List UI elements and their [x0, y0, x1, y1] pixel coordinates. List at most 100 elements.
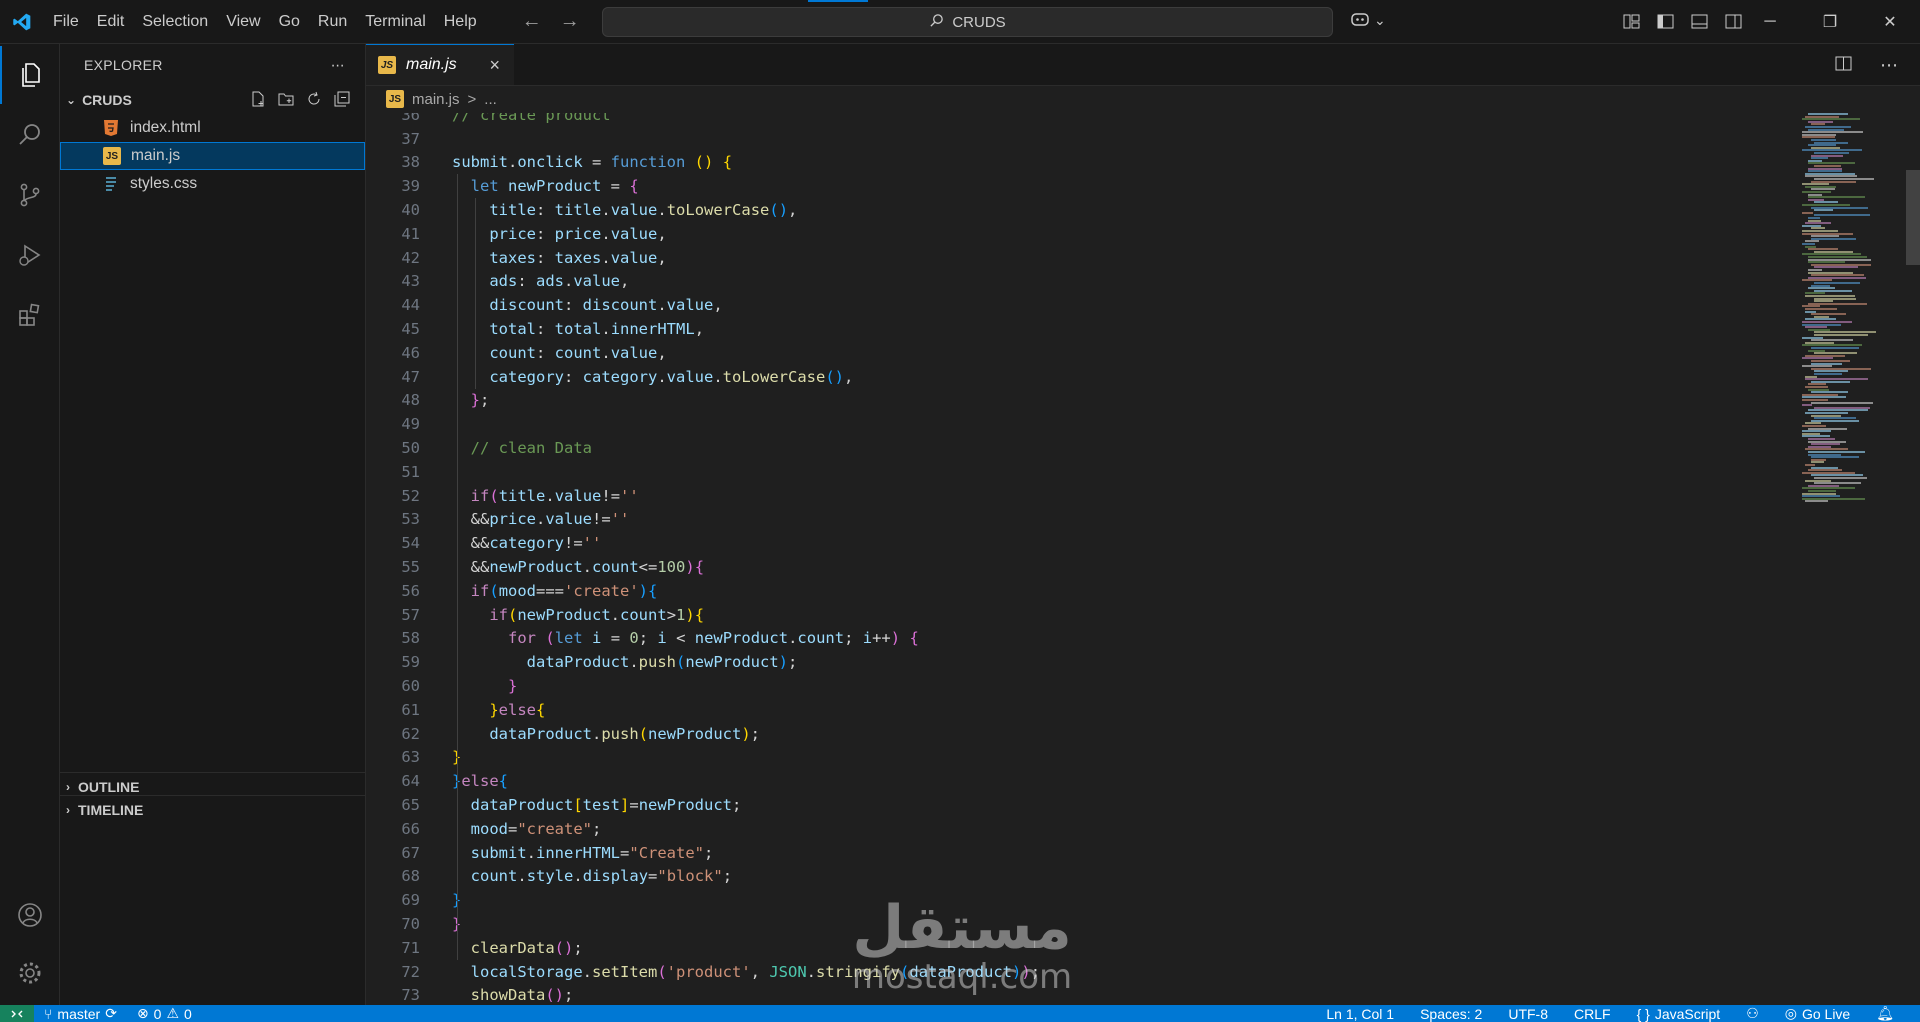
- code-line[interactable]: 39 let newProduct = {: [366, 174, 1780, 198]
- restore-icon[interactable]: ❐: [1800, 0, 1860, 44]
- customize-layout-icon[interactable]: [1620, 10, 1642, 32]
- close-tab-icon[interactable]: ×: [489, 55, 500, 76]
- code-line[interactable]: 56 if(mood==='create'){: [366, 579, 1780, 603]
- css-file-icon: [102, 175, 120, 193]
- line-number: 51: [401, 462, 420, 481]
- settings-gear-icon[interactable]: [0, 944, 60, 1002]
- code-line[interactable]: 45 total: total.innerHTML,: [366, 317, 1780, 341]
- collapse-all-icon[interactable]: [333, 90, 351, 111]
- file-styles-css[interactable]: styles.css: [60, 170, 365, 198]
- split-editor-icon[interactable]: [1835, 55, 1852, 76]
- encoding[interactable]: UTF-8: [1498, 1005, 1558, 1022]
- language-mode[interactable]: { } JavaScript: [1627, 1005, 1731, 1022]
- menu-run[interactable]: Run: [309, 0, 356, 44]
- accounts-icon[interactable]: [0, 886, 60, 944]
- back-arrow-icon[interactable]: ←: [522, 10, 542, 33]
- code-line[interactable]: 38 submit.onclick = function () {: [366, 151, 1780, 175]
- file-main-js[interactable]: JS main.js: [60, 142, 365, 170]
- problems-status[interactable]: ⊗ 0 ⚠ 0: [127, 1005, 202, 1022]
- chevron-down-icon: ⌄: [1374, 12, 1386, 28]
- breadcrumb-more[interactable]: ...: [484, 91, 497, 108]
- line-number: 72: [401, 962, 420, 981]
- code-line[interactable]: 47 category: category.value.toLowerCase(…: [366, 365, 1780, 389]
- menu-view[interactable]: View: [217, 0, 269, 44]
- refresh-icon[interactable]: [305, 90, 323, 111]
- code-line[interactable]: 42 taxes: taxes.value,: [366, 246, 1780, 270]
- remote-indicator-icon[interactable]: [0, 1005, 34, 1022]
- indentation[interactable]: Spaces: 2: [1410, 1005, 1492, 1022]
- code-line[interactable]: 52 if(title.value!='': [366, 484, 1780, 508]
- code-line[interactable]: 58 for (let i = 0; i < newProduct.count;…: [366, 627, 1780, 651]
- menu-help[interactable]: Help: [435, 0, 486, 44]
- code-token: }: [508, 677, 518, 696]
- code-token: ,: [713, 296, 723, 315]
- more-actions-icon[interactable]: ⋯: [1880, 55, 1898, 76]
- notifications-bell-icon[interactable]: 🔔︎: [1866, 1005, 1904, 1022]
- code-line[interactable]: 63}: [366, 746, 1780, 770]
- run-debug-icon[interactable]: [0, 226, 60, 284]
- explorer-icon[interactable]: [0, 46, 60, 104]
- code-line[interactable]: 36 // create product: [366, 113, 1780, 127]
- folder-cruds[interactable]: ⌄ CRUDS: [60, 86, 365, 114]
- code-line[interactable]: 43 ads: ads.value,: [366, 270, 1780, 294]
- more-actions-icon[interactable]: ⋯: [331, 57, 345, 74]
- search-activity-icon[interactable]: [0, 106, 60, 164]
- extensions-icon[interactable]: [0, 286, 60, 344]
- breadcrumb-file[interactable]: main.js: [412, 91, 460, 108]
- code-line[interactable]: 68 count.style.display="block";: [366, 865, 1780, 889]
- code-line[interactable]: 66 mood="create";: [366, 817, 1780, 841]
- command-center[interactable]: CRUDS: [602, 7, 1333, 37]
- cursor-position[interactable]: Ln 1, Col 1: [1316, 1005, 1404, 1022]
- new-folder-icon[interactable]: [277, 90, 295, 111]
- code-line[interactable]: 54 &&category!='': [366, 531, 1780, 555]
- code-line[interactable]: 41 price: price.value,: [366, 222, 1780, 246]
- timeline-section[interactable]: › TIMELINE: [60, 795, 365, 823]
- copilot-button[interactable]: ⌄: [1350, 10, 1386, 31]
- toggle-primary-sidebar-icon[interactable]: [1654, 10, 1676, 32]
- menu-terminal[interactable]: Terminal: [356, 0, 434, 44]
- code-line[interactable]: 64}else{: [366, 769, 1780, 793]
- code-line[interactable]: 37: [366, 127, 1780, 151]
- code-line[interactable]: 53 &&price.value!='': [366, 508, 1780, 532]
- editor-scrollbar[interactable]: [1906, 170, 1920, 265]
- branch-status[interactable]: ⑂ master ⟳: [34, 1005, 127, 1022]
- code-line[interactable]: 51: [366, 460, 1780, 484]
- minimize-icon[interactable]: ─: [1740, 0, 1800, 44]
- code-line[interactable]: 57 if(newProduct.count>1){: [366, 603, 1780, 627]
- code-line[interactable]: 49: [366, 412, 1780, 436]
- menu-go[interactable]: Go: [270, 0, 309, 44]
- file-index-html[interactable]: index.html: [60, 114, 365, 142]
- code-token: count: [489, 343, 536, 362]
- code-line[interactable]: 55 &&newProduct.count<=100){: [366, 555, 1780, 579]
- minimap[interactable]: [1780, 113, 1920, 1005]
- go-live-button[interactable]: ◎ Go Live: [1775, 1005, 1860, 1022]
- code-line[interactable]: 59 dataProduct.push(newProduct);: [366, 650, 1780, 674]
- new-file-icon[interactable]: [249, 90, 267, 111]
- code-line[interactable]: 62 dataProduct.push(newProduct);: [366, 722, 1780, 746]
- forward-arrow-icon[interactable]: →: [560, 10, 580, 33]
- menu-edit[interactable]: Edit: [88, 0, 134, 44]
- code-token: :: [563, 296, 583, 315]
- code-token: display: [582, 867, 649, 886]
- source-control-icon[interactable]: [0, 166, 60, 224]
- menu-file[interactable]: File: [44, 0, 88, 44]
- code-editor[interactable]: 36 // create product 37 38 submit.onclick = …: [366, 113, 1780, 1005]
- code-line[interactable]: 61 }else{: [366, 698, 1780, 722]
- code-line[interactable]: 60 }: [366, 674, 1780, 698]
- code-line[interactable]: 46 count: count.value,: [366, 341, 1780, 365]
- code-line[interactable]: 40 title: title.value.toLowerCase(),: [366, 198, 1780, 222]
- tab-main-js[interactable]: JS main.js ×: [366, 44, 514, 85]
- code-line[interactable]: 67 submit.innerHTML="Create";: [366, 841, 1780, 865]
- toggle-panel-icon[interactable]: [1688, 10, 1710, 32]
- code-line[interactable]: 65 dataProduct[test]=newProduct;: [366, 793, 1780, 817]
- vscode-logo-icon[interactable]: [0, 0, 44, 44]
- close-window-icon[interactable]: ✕: [1860, 0, 1920, 44]
- code-line[interactable]: 50 // clean Data: [366, 436, 1780, 460]
- line-endings[interactable]: CRLF: [1564, 1005, 1621, 1022]
- code-line[interactable]: 48 };: [366, 389, 1780, 413]
- copilot-status-icon[interactable]: ⚇: [1736, 1005, 1769, 1022]
- menu-selection[interactable]: Selection: [133, 0, 217, 44]
- code-line[interactable]: 44 discount: discount.value,: [366, 293, 1780, 317]
